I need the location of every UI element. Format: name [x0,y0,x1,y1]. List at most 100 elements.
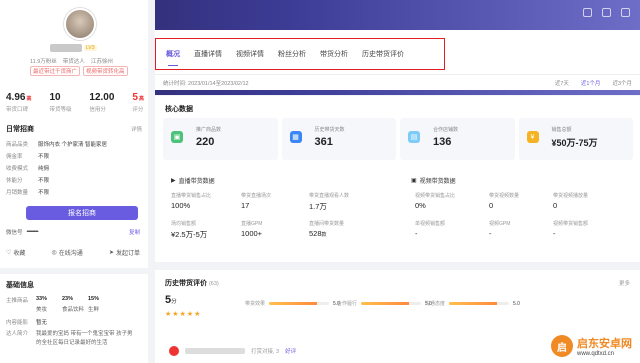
live-cell: 场均销售额 ¥2.5万-5万 [171,221,208,239]
column-gap [148,0,155,363]
core-data-card: 核心数据 ▣ 推广商品数 220 ▦ 历史带货天数 361 ▤ 合作店铺数 13… [155,96,640,262]
video-cell: 单视频销售额 - [415,221,446,238]
live-cell: 直播带货销售占比 100% [171,193,212,210]
video-cell: 带货视频数量 0 [489,193,520,210]
live-cell: 带货直播场次 17 [241,193,272,210]
tag: 视频带货转化高 [83,66,128,76]
tag: 最近带过千货商广 [30,66,81,76]
stat-credit: 12.00 信用分 [89,92,115,113]
range-7d[interactable]: 近7天 [555,79,569,87]
tab-sales[interactable]: 带货分析 [320,49,348,59]
tab-reviews[interactable]: 历史带货评价 [362,49,404,59]
reviewer-avatar [169,346,179,356]
comment-text: 打赏对接, 3 [251,349,280,355]
avatar [64,8,96,40]
live-cell: 直播间带货数量 528款 [309,221,345,238]
heart-icon: ♡ [6,250,12,256]
recruit-section-title: 日常招商 详情 [6,125,142,133]
profile-card: LV3 11.9万粉丝 带货达人 江苏徐州 最近带过千货商广 视频带货转化高 4… [0,0,148,268]
video-cell: 带货视频播放量 0 [553,193,589,210]
notification-icon[interactable] [602,8,611,17]
reviewer-name [185,348,245,354]
left-panel: LV3 11.9万粉丝 带货达人 江苏徐州 最近带过千货商广 视频带货转化高 4… [0,0,148,363]
recruit-row: 休能分 不限 [6,178,50,184]
main-category-names: 美妆 食品饮料 生鲜 [36,307,100,313]
range-3m[interactable]: 近3个月 [612,79,632,87]
tab-video[interactable]: 视频详情 [236,49,264,59]
creator-meta: 11.9万粉丝 带货达人 江苏徐州 [30,57,113,65]
user-icon[interactable] [621,8,630,17]
shopping-bag-icon: ▣ [171,131,183,143]
review-title: 历史带货评价 (63) [165,280,219,287]
chat-button[interactable]: ◎ 在线沟通 [52,248,83,257]
video-data-title: ▣ 视频带货数据 [411,178,456,185]
rating-stars: ★★★★★ [165,311,202,318]
creator-name [50,44,82,52]
stat-reputation: 4.96高 带货口碑 [6,92,32,113]
tabs-highlight-box: 概况 直播详情 视频详情 粉丝分析 带货分析 历史带货评价 [155,38,445,70]
copy-wechat-button[interactable]: 复制 [129,228,140,236]
profile-actions: ♡ 收藏 ◎ 在线沟通 ➤ 发起订单 [6,248,140,257]
range-1m[interactable]: 近1个月 [581,79,601,87]
order-button[interactable]: ➤ 发起订单 [109,248,140,257]
rating-bar: 带货效果 5.0 [245,300,340,308]
review-score: 5分 [165,294,177,306]
live-data-title: ▶ 直播带货数据 [171,178,215,185]
core-cards: ▣ 推广商品数 220 ▦ 历史带货天数 361 ▤ 合作店铺数 136 ¥ 销… [163,118,633,160]
recruit-detail-link[interactable]: 详情 [131,125,142,133]
send-icon: ➤ [108,250,114,256]
recruit-row: 月销数量 不限 [6,190,50,196]
tab-fans[interactable]: 粉丝分析 [278,49,306,59]
message-icon[interactable] [583,8,592,17]
site-watermark: 启 启东安卓网 www.qdtxd.cn [547,333,636,359]
header-icons [583,8,630,17]
follower-count: 11.9万粉丝 [30,59,57,65]
profile-stats: 4.96高 带货口碑 10 带货等级 12.00 信用分 5高 评分 [6,92,144,113]
basic-info-card: 基础信息 主推商品 33% 23% 15% 美妆 食品饮料 生鲜 内容能影 暂无 … [0,274,148,363]
recruit-row: 商品品类 服饰内衣 个护家清 智能家居 [6,142,108,148]
date-range-label: 统计时间: 2023/01/14至2023/02/12 [163,80,249,87]
range-switch: 近7天 近1个月 近3个月 [555,79,632,87]
bio-row: 达人简介 我最爱的宝妈 带有一个鬼宝宝带 孩子男的全社区每日记录最好的生活 [6,331,133,346]
live-icon: ▶ [171,178,176,184]
video-cell: 视频带货销售额 - [553,221,589,238]
recruit-row: 佣金率 不限 [6,154,50,160]
tab-overview[interactable]: 概况 [166,49,180,66]
card-days: ▦ 历史带货天数 361 [281,118,396,160]
wechat-value: •••••••••••• [26,229,39,235]
recruit-row: 收费模式 纯佣 [6,166,50,172]
date-bar: 统计时间: 2023/01/14至2023/02/12 近7天 近1个月 近3个… [155,74,640,90]
wechat-label: 微信号 [6,230,23,236]
creator-location: 江苏徐州 [90,59,113,65]
live-cell: 直播GPM 1000+ [241,221,263,238]
basic-info-title: 基础信息 [6,282,34,289]
content-row: 内容能影 暂无 [6,320,48,326]
name-row: LV3 [50,44,97,52]
watermark-logo: 启 [551,335,573,357]
main-category-row: 主推商品 33% 23% 15% [6,296,100,304]
comment-tag: 好评 [285,349,297,355]
tab-live[interactable]: 直播详情 [194,49,222,59]
rating-bar: 沟通态度 5.0 [425,300,520,308]
tag-row: 最近带过千货商广 视频带货转化高 [30,66,128,76]
card-sales: ¥ 销售总额 ¥50万-75万 [518,118,633,160]
chat-icon: ◎ [51,250,57,256]
core-data-title: 核心数据 [165,106,193,113]
review-more-link[interactable]: 更多 [619,279,630,287]
level-badge: LV3 [84,45,97,51]
wechat-row: 微信号 •••••••••••• 复制 [6,227,140,237]
live-cell: 带货直播观看人数 1.7万 [309,193,350,211]
apply-recruit-button[interactable]: 报名招商 [26,206,138,220]
main-panel: 概况 直播详情 视频详情 粉丝分析 带货分析 历史带货评价 统计时间: 2023… [155,30,640,363]
video-cell: 视频带货销售占比 0% [415,193,456,210]
calendar-icon: ▦ [289,131,302,143]
stat-score: 5高 评分 [132,92,144,113]
favorite-button[interactable]: ♡ 收藏 [6,248,25,257]
video-cell: 视频GPM - [489,221,511,238]
tab-bar: 概况 直播详情 视频详情 粉丝分析 带货分析 历史带货评价 [155,30,640,74]
card-stores: ▤ 合作店铺数 136 [400,118,515,160]
rating-bar: 合作履行 5.0 [337,300,432,308]
money-bag-icon: ¥ [526,131,539,143]
video-icon: ▣ [411,178,417,184]
stat-level: 10 带货等级 [49,92,72,113]
